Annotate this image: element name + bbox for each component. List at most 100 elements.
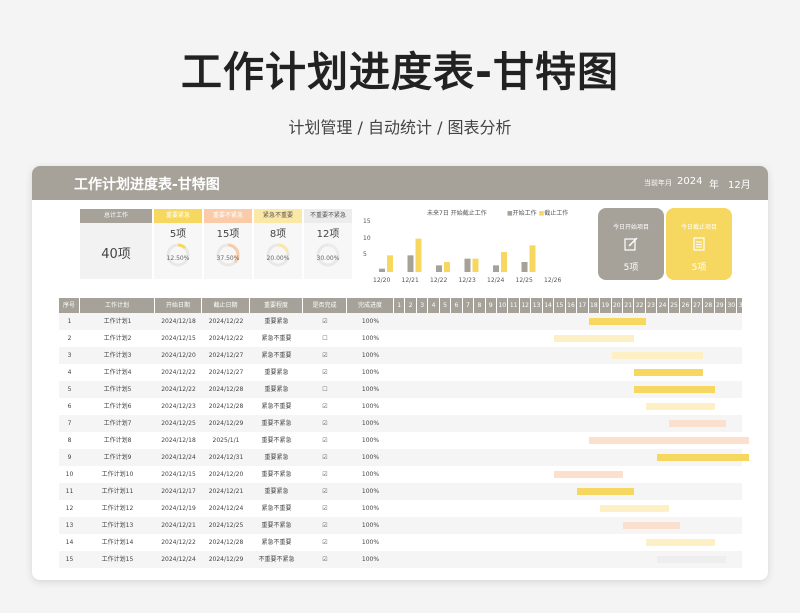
day-header: 11 xyxy=(509,298,520,313)
day-header: 25 xyxy=(669,298,681,313)
day-header: 16 xyxy=(566,298,578,313)
cell-start: 2024/12/23 xyxy=(161,403,196,410)
cell-end: 2024/12/21 xyxy=(208,488,244,495)
table-row[interactable]: 8 工作计划8 2024/12/18 2025/1/1 重要不紧急 ☑ 100% xyxy=(59,432,749,449)
gantt-bar xyxy=(645,539,715,546)
table-row[interactable]: 13 工作计划13 2024/12/21 2024/12/25 重要不紧急 ☑ 100% xyxy=(59,517,742,534)
cell-no: 12 xyxy=(65,505,74,512)
table-row[interactable]: 14 工作计划14 2024/12/22 2024/12/28 紧急不重要 ☑ 100% xyxy=(59,534,742,551)
day-header: 22 xyxy=(634,298,646,313)
today-start-value: 5项 xyxy=(623,263,639,273)
cell-plan: 工作计划5 xyxy=(103,386,132,393)
x-tick-label: 12/24 xyxy=(487,277,505,284)
table-row[interactable]: 1 工作计划1 2024/12/18 2024/12/22 重要紧急 ☑ 100% xyxy=(59,313,742,330)
category-label: 不重要不紧急 xyxy=(304,209,352,223)
day-header: 10 xyxy=(497,298,509,313)
cell-end: 2024/12/27 xyxy=(208,352,244,359)
cell-no: 2 xyxy=(67,335,72,342)
cell-no: 5 xyxy=(67,386,72,393)
col-header-importance: 重要程度 xyxy=(250,298,303,313)
cell-importance: 重要紧急 xyxy=(264,454,289,461)
cell-end: 2024/12/28 xyxy=(208,403,244,410)
day-header: 3 xyxy=(417,298,429,313)
table-row[interactable]: 3 工作计划3 2024/12/20 2024/12/27 紧急不重要 ☑ 100% xyxy=(59,347,742,364)
table-row[interactable]: 11 工作计划11 2024/12/17 2024/12/21 重要紧急 ☑ 100% xyxy=(59,483,742,500)
cell-no: 7 xyxy=(67,420,72,427)
table-row[interactable]: 12 工作计划12 2024/12/19 2024/12/24 紧急不重要 ☑ 100% xyxy=(59,500,742,517)
cell-importance: 重要不紧急 xyxy=(261,437,292,444)
cell-start: 2024/12/18 xyxy=(161,437,196,444)
col-header-done: 是否完成 xyxy=(303,298,347,313)
cell-done[interactable]: ☑ xyxy=(303,432,347,449)
cell-plan: 工作计划11 xyxy=(101,488,134,495)
cell-done[interactable]: ☑ xyxy=(303,517,347,534)
cell-plan: 工作计划2 xyxy=(103,335,132,342)
col-header-plan: 工作计划 xyxy=(80,298,155,313)
cell-done[interactable]: ☑ xyxy=(303,500,347,517)
cell-done[interactable]: ☑ xyxy=(303,551,347,568)
cell-done[interactable]: ☑ xyxy=(303,347,347,364)
cell-plan: 工作计划4 xyxy=(103,369,132,376)
table-row[interactable]: 15 工作计划15 2024/12/24 2024/12/29 不重要不紧急 ☑ 100% xyxy=(59,551,742,568)
cell-progress: 100% xyxy=(361,522,380,529)
summary-category: 重要紧急 5项 12.50% xyxy=(154,209,202,279)
cell-done[interactable]: ☑ xyxy=(303,449,347,466)
page-title: 工作计划进度表-甘特图 xyxy=(180,48,619,96)
cell-progress: 100% xyxy=(361,488,380,495)
summary-category: 不重要不紧急 12项 30.00% xyxy=(304,209,352,279)
cell-progress: 100% xyxy=(361,505,380,512)
day-header: 2 xyxy=(405,298,417,313)
sheet-card: 工作计划进度表-甘特图 当前年月 2024 年 12月 总计工作 40项 重要紧… xyxy=(32,166,768,580)
cell-progress: 100% xyxy=(361,454,380,461)
year-value[interactable]: 2024 xyxy=(677,176,702,187)
gantt-bar xyxy=(657,454,749,461)
day-header: 31 xyxy=(738,298,749,313)
table-row[interactable]: 7 工作计划7 2024/12/25 2024/12/29 重要不紧急 ☑ 100% xyxy=(59,415,742,432)
cell-done[interactable]: ☑ xyxy=(303,534,347,551)
cell-progress: 100% xyxy=(361,318,380,325)
category-label: 紧急不重要 xyxy=(254,209,302,223)
table-row[interactable]: 4 工作计划4 2024/12/22 2024/12/27 重要紧急 ☑ 100% xyxy=(59,364,742,381)
cell-done[interactable]: ☑ xyxy=(303,415,347,432)
category-pct: 30.00% xyxy=(316,255,340,262)
gantt-bar xyxy=(600,505,669,512)
cell-done[interactable]: ☐ xyxy=(303,330,347,347)
cell-done[interactable]: ☐ xyxy=(303,381,347,398)
today-end-card[interactable]: 今日截止项目 5项 xyxy=(666,208,732,280)
table-row[interactable]: 9 工作计划9 2024/12/24 2024/12/31 重要紧急 ☑ 100% xyxy=(59,449,749,466)
cell-done[interactable]: ☑ xyxy=(303,364,347,381)
sheet-header: 工作计划进度表-甘特图 当前年月 2024 年 12月 xyxy=(32,166,768,200)
bar-1-3 xyxy=(472,258,479,272)
today-start-card[interactable]: 今日开始项目 5项 xyxy=(598,208,664,280)
day-header: 7 xyxy=(463,298,475,313)
table-row[interactable]: 5 工作计划5 2024/12/22 2024/12/28 重要紧急 ☐ 100% xyxy=(59,381,742,398)
bar-chart: 未来7日 开始截止工作 ■开始工作 ■截止工作 12/20 12/21 12/22 1… xyxy=(357,208,577,286)
year-unit: 年 xyxy=(709,180,719,191)
cell-done[interactable]: ☑ xyxy=(303,313,347,330)
cell-no: 9 xyxy=(67,454,72,461)
col-header-start: 开始日期 xyxy=(155,298,202,313)
day-header: 26 xyxy=(680,298,692,313)
bar-0-4 xyxy=(493,265,499,272)
total-label: 总计工作 xyxy=(80,209,152,223)
table-row[interactable]: 10 工作计划10 2024/12/15 2024/12/20 重要不紧急 ☑ 100% xyxy=(59,466,742,483)
gantt-bar xyxy=(668,420,727,427)
day-header: 18 xyxy=(589,298,601,313)
category-label: 重要紧急 xyxy=(154,209,202,223)
bar-chart-plot xyxy=(379,238,536,272)
day-header: 9 xyxy=(486,298,498,313)
table-row[interactable]: 2 工作计划2 2024/12/15 2024/12/22 紧急不重要 ☐ 100% xyxy=(59,330,742,347)
cell-start: 2024/12/20 xyxy=(161,352,196,359)
category-count: 5项 xyxy=(169,229,187,240)
bar-1-2 xyxy=(444,262,450,272)
cell-start: 2024/12/21 xyxy=(161,522,196,529)
cell-done[interactable]: ☑ xyxy=(303,466,347,483)
gantt-bar xyxy=(634,369,704,376)
table-row[interactable]: 6 工作计划6 2024/12/23 2024/12/28 紧急不重要 ☑ 100% xyxy=(59,398,742,415)
y-tick-label: 10 xyxy=(363,234,371,242)
day-header: 15 xyxy=(554,298,566,313)
month-value[interactable]: 12月 xyxy=(728,176,751,191)
cell-start: 2024/12/24 xyxy=(161,454,196,461)
cell-done[interactable]: ☑ xyxy=(303,483,347,500)
cell-done[interactable]: ☑ xyxy=(303,398,347,415)
